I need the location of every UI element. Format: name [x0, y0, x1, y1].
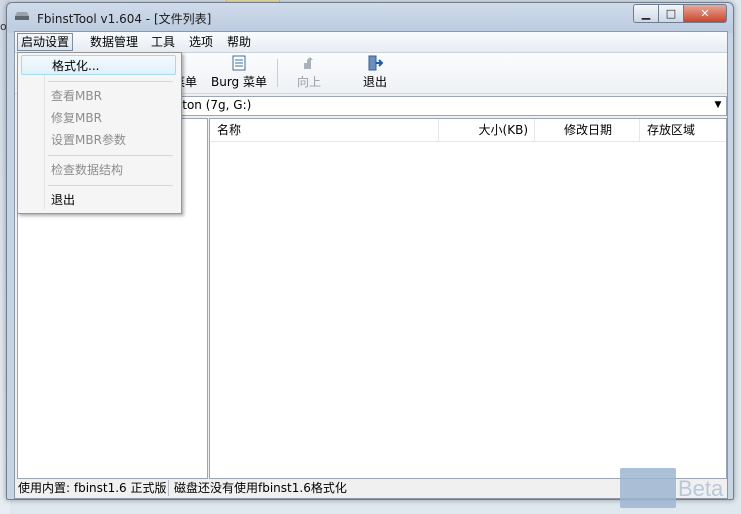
exit-button[interactable]: 退出 [359, 55, 391, 91]
burg-menu-icon [232, 55, 246, 71]
exit-button-label: 退出 [362, 75, 387, 89]
drive-select-value: ston (7g, G:) [176, 98, 252, 112]
pc-logo-icon [620, 468, 676, 508]
watermark-text: Beta [678, 476, 724, 501]
status-disk-message: 磁盘还没有使用fbinst1.6格式化 [174, 481, 347, 495]
watermark: Beta [620, 468, 734, 508]
close-icon: ✕ [700, 7, 710, 20]
burg-menu-label: Burg 菜单 [211, 75, 267, 89]
window-title: FbinstTool v1.604 - [文件列表] [37, 12, 212, 26]
title-bar[interactable]: FbinstTool v1.604 - [文件列表] ▁ □ ✕ [7, 3, 733, 31]
exit-icon [368, 55, 383, 71]
menu-item-view-mbr[interactable]: 查看MBR [21, 86, 176, 106]
menu-separator [48, 155, 173, 156]
up-button[interactable]: 向上 [293, 55, 325, 91]
menu-help[interactable]: 帮助 [224, 34, 254, 50]
toolbar-separator [277, 59, 278, 87]
menu-item-repair-mbr[interactable]: 修复MBR [21, 108, 176, 128]
menu-options[interactable]: 选项 [186, 34, 216, 50]
up-icon [304, 57, 313, 69]
menu-data-management[interactable]: 数据管理 [87, 34, 141, 50]
menu-item-exit[interactable]: 退出 [21, 190, 176, 210]
up-button-label: 向上 [296, 75, 321, 89]
menu-separator [48, 81, 173, 82]
boot-settings-dropdown: 格式化... 查看MBR 修复MBR 设置MBR参数 检查数据结构 退出 [17, 52, 182, 214]
burg-menu-button[interactable]: Burg 菜单 [211, 55, 267, 91]
menu-separator [48, 185, 173, 186]
status-builtin-version: 使用内置: fbinst1.6 正式版 [15, 480, 169, 496]
list-header: 名称 大小(KB) 修改日期 存放区域 [210, 119, 726, 142]
maximize-icon: □ [665, 7, 677, 20]
file-list[interactable]: 名称 大小(KB) 修改日期 存放区域 [209, 118, 727, 479]
column-storage-area[interactable]: 存放区域 [641, 119, 725, 141]
menu-item-check-structure[interactable]: 检查数据结构 [21, 160, 176, 180]
chevron-down-icon[interactable]: ▼ [711, 98, 725, 112]
minimize-icon: ▁ [641, 7, 651, 20]
column-name[interactable]: 名称 [210, 119, 439, 141]
menu-item-set-mbr-params[interactable]: 设置MBR参数 [21, 130, 176, 150]
close-button[interactable]: ✕ [684, 4, 727, 23]
menu-tools[interactable]: 工具 [148, 34, 178, 50]
minimize-button[interactable]: ▁ [633, 4, 659, 23]
caption-buttons: ▁ □ ✕ [633, 4, 727, 23]
column-modified-date[interactable]: 修改日期 [536, 119, 640, 141]
menu-boot-settings[interactable]: 启动设置 [17, 33, 74, 51]
maximize-button[interactable]: □ [659, 4, 684, 23]
menu-bar: 启动设置 数据管理 工具 选项 帮助 [15, 32, 727, 53]
menu-item-format[interactable]: 格式化... [21, 55, 176, 75]
column-size[interactable]: 大小(KB) [440, 119, 535, 141]
drive-icon [15, 12, 29, 20]
